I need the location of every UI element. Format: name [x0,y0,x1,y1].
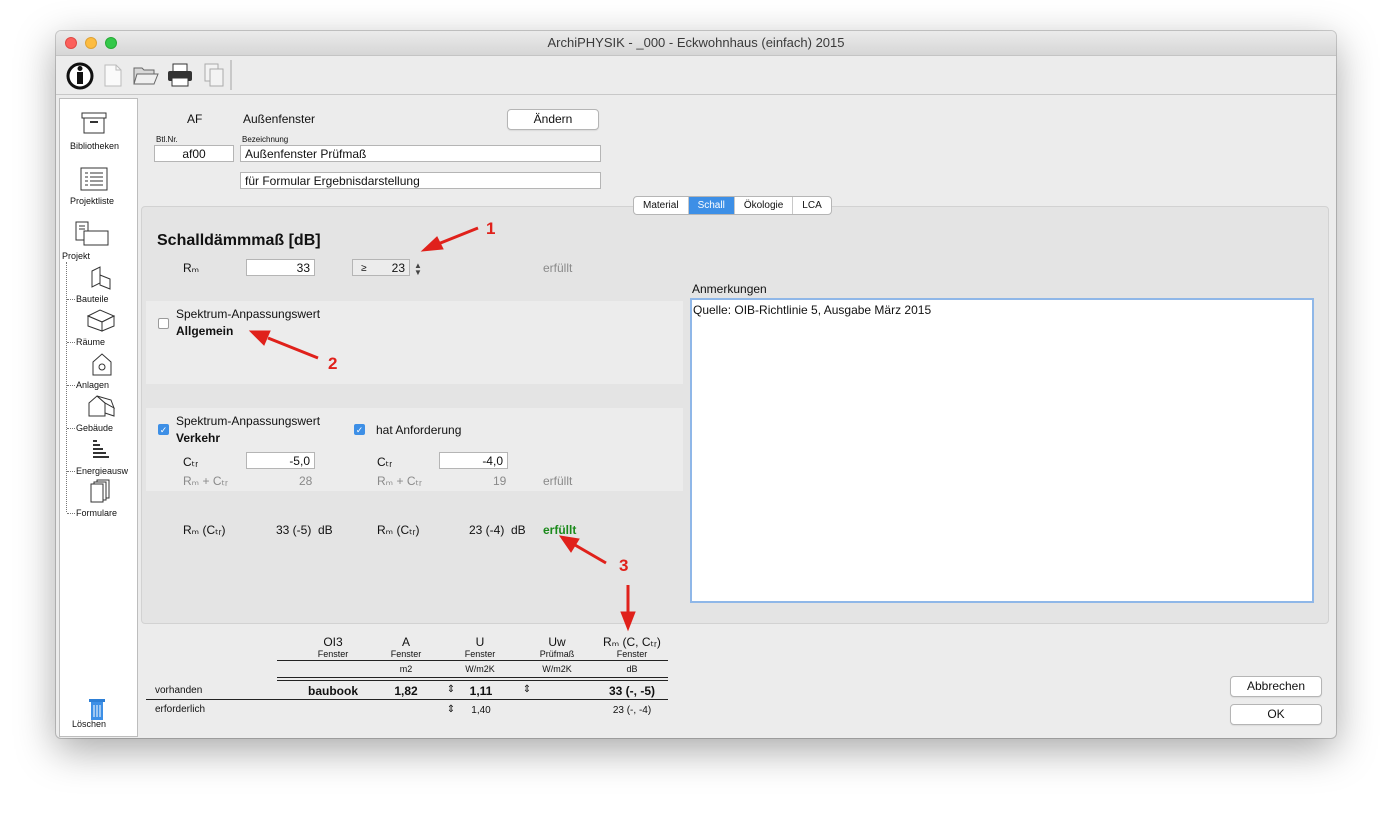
col-a-sub: Fenster [390,649,422,659]
row-label-vorhanden: vorhanden [155,685,203,696]
stepper-icon[interactable]: ⇕ [446,684,456,695]
annotation-3: 3 [619,556,629,575]
row-label-erforderlich: erforderlich [155,704,206,715]
table-rule [277,680,668,681]
cell-vorhanden-u: 1,11 [469,684,493,698]
col-u-unit: W/m2K [465,664,495,674]
cancel-button[interactable]: Abbrechen [1230,676,1322,697]
table-rule [146,699,668,700]
annotation-2: 2 [328,354,338,373]
col-u-sub: Fenster [464,649,496,659]
table-rule [277,660,668,661]
stepper-icon[interactable]: ⇕ [522,684,532,695]
annotation-arrows [248,226,636,632]
col-a-title: A [401,635,410,649]
table-rule [277,677,668,678]
col-r-sub: Fenster [616,649,648,659]
col-r-title: Rₘ (C, Cₜᵣ) [603,635,661,649]
annotation-1: 1 [486,219,496,238]
ok-button[interactable]: OK [1230,704,1322,725]
col-oi3-title: OI3 [323,635,343,649]
col-uw-unit: W/m2K [542,664,572,674]
col-a-unit: m2 [399,664,413,674]
col-uw-title: Uw [548,635,566,649]
col-u-title: U [475,635,485,649]
cell-vorhanden-oi3: baubook [308,684,358,698]
col-oi3-sub: Fenster [317,649,349,659]
cell-erforderlich-r: 23 (-, -4) [612,705,652,716]
stepper-icon[interactable]: ⇕ [446,704,456,715]
col-uw-sub: Prüfmaß [539,649,575,659]
col-r-unit: dB [626,664,638,674]
cell-vorhanden-a: 1,82 [394,684,418,698]
cell-vorhanden-r: 33 (-, -5) [608,684,655,698]
cell-erforderlich-u: 1,40 [471,705,491,716]
